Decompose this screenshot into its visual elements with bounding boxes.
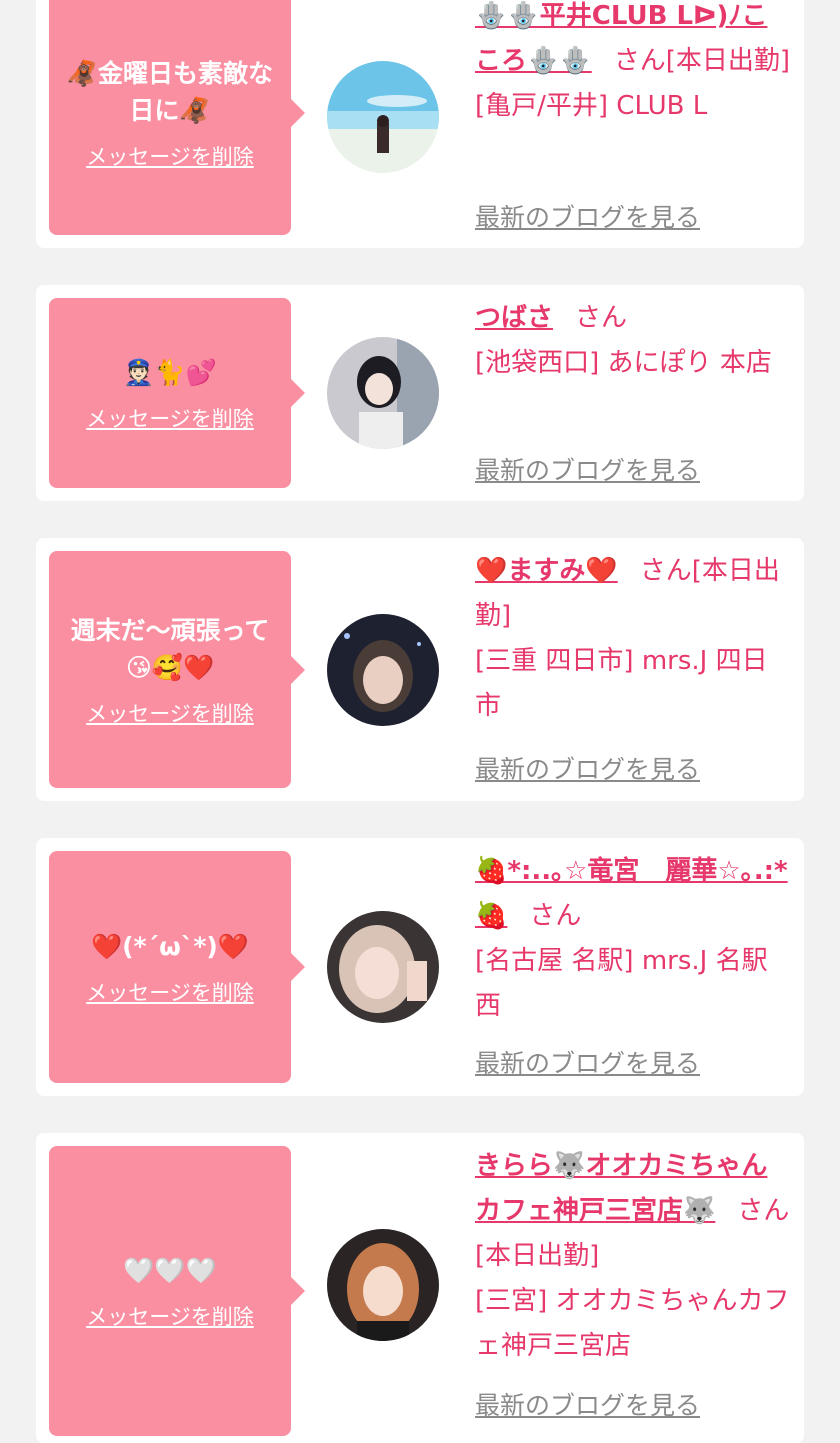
san-suffix: さん <box>613 46 666 76</box>
message-bubble: 👮🏻🐈💕 メッセージを削除 <box>49 298 305 488</box>
shop-location: [亀戸/平井] CLUB L <box>475 91 708 121</box>
avatar[interactable] <box>327 614 439 726</box>
shop-location: [三重 四日市] mrs.J 四日市 <box>475 646 768 721</box>
cast-name-link[interactable]: つばさ <box>475 303 553 333</box>
cast-name-link[interactable]: 🍓*:..｡☆竜宮 麗華☆｡.:*🍓 <box>475 856 788 931</box>
avatar[interactable] <box>327 911 439 1023</box>
message-card: 👮🏻🐈💕 メッセージを削除 つばさ さん [池袋西口] あにぽり 本店 最新のブロ… <box>36 285 804 501</box>
delete-message-link[interactable]: メッセージを削除 <box>86 698 254 728</box>
message-bubble: ❤️(*´ω`*)❤️ メッセージを削除 <box>49 851 305 1083</box>
san-suffix: さん <box>639 556 692 586</box>
latest-blog-link[interactable]: 最新のブログを見る <box>475 750 700 786</box>
message-card: ❤️(*´ω`*)❤️ メッセージを削除 🍓*:..｡☆竜宮 麗華☆｡.:*🍓 さ… <box>36 838 804 1096</box>
delete-message-link[interactable]: メッセージを削除 <box>86 1301 254 1331</box>
avatar[interactable] <box>327 61 439 173</box>
latest-blog-link[interactable]: 最新のブログを見る <box>475 198 700 234</box>
message-bubble: 🤍🤍🤍 メッセージを削除 <box>49 1146 305 1436</box>
san-suffix: さん <box>737 1196 790 1226</box>
attendance-status: [本日出勤] <box>665 46 791 76</box>
attendance-status: [本日出勤] <box>475 1241 600 1271</box>
message-card: 🤍🤍🤍 メッセージを削除 きらら🐺オオカミちゃんカフェ神戸三宮店🐺 さん [本日出勤… <box>36 1133 804 1443</box>
san-suffix: さん <box>529 901 582 931</box>
shop-location: [三宮] オオカミちゃんカフェ神戸三宮店 <box>475 1286 790 1361</box>
cast-name-link[interactable]: ❤️ますみ❤️ <box>475 556 618 586</box>
latest-blog-link[interactable]: 最新のブログを見る <box>475 1044 700 1080</box>
message-bubble: 🦧金曜日も素敵な日に🦧 メッセージを削除 <box>49 0 305 235</box>
message-text: 👮🏻🐈💕 <box>123 357 217 387</box>
cast-info: ❤️ますみ❤️ さん[本日出勤] [三重 四日市] mrs.J 四日市 <box>475 549 792 729</box>
message-card: 🦧金曜日も素敵な日に🦧 メッセージを削除 🪬🪬平井CLUB Lᐅ)ﾉこころ🪬🪬 さ… <box>36 0 804 248</box>
cast-info: きらら🐺オオカミちゃんカフェ神戸三宮店🐺 さん [本日出勤] [三宮] オオカミちゃ… <box>475 1144 792 1369</box>
delete-message-link[interactable]: メッセージを削除 <box>86 403 254 433</box>
shop-location: [池袋西口] あにぽり 本店 <box>475 348 772 378</box>
message-text: 週末だ〜頑張って😘🥰❤️ <box>70 615 270 682</box>
message-bubble: 週末だ〜頑張って😘🥰❤️ メッセージを削除 <box>49 551 305 788</box>
message-card: 週末だ〜頑張って😘🥰❤️ メッセージを削除 ❤️ますみ❤️ さん[本日出勤] [三… <box>36 538 804 801</box>
cast-info: 🪬🪬平井CLUB Lᐅ)ﾉこころ🪬🪬 さん[本日出勤] [亀戸/平井] CLUB … <box>475 0 792 129</box>
delete-message-link[interactable]: メッセージを削除 <box>86 977 254 1007</box>
message-text: ❤️(*´ω`*)❤️ <box>91 931 249 961</box>
cast-info: つばさ さん [池袋西口] あにぽり 本店 <box>475 296 792 386</box>
cast-info: 🍓*:..｡☆竜宮 麗華☆｡.:*🍓 さん [名古屋 名駅] mrs.J 名駅西 <box>475 849 792 1029</box>
avatar[interactable] <box>327 1229 439 1341</box>
latest-blog-link[interactable]: 最新のブログを見る <box>475 1386 700 1422</box>
cast-name-link[interactable]: きらら🐺オオカミちゃんカフェ神戸三宮店🐺 <box>475 1151 767 1226</box>
shop-location: [名古屋 名駅] mrs.J 名駅西 <box>475 946 768 1021</box>
san-suffix: さん <box>575 303 628 333</box>
latest-blog-link[interactable]: 最新のブログを見る <box>475 451 700 487</box>
message-text: 🤍🤍🤍 <box>123 1255 217 1285</box>
delete-message-link[interactable]: メッセージを削除 <box>86 141 254 171</box>
message-text: 🦧金曜日も素敵な日に🦧 <box>66 58 274 125</box>
avatar[interactable] <box>327 337 439 449</box>
